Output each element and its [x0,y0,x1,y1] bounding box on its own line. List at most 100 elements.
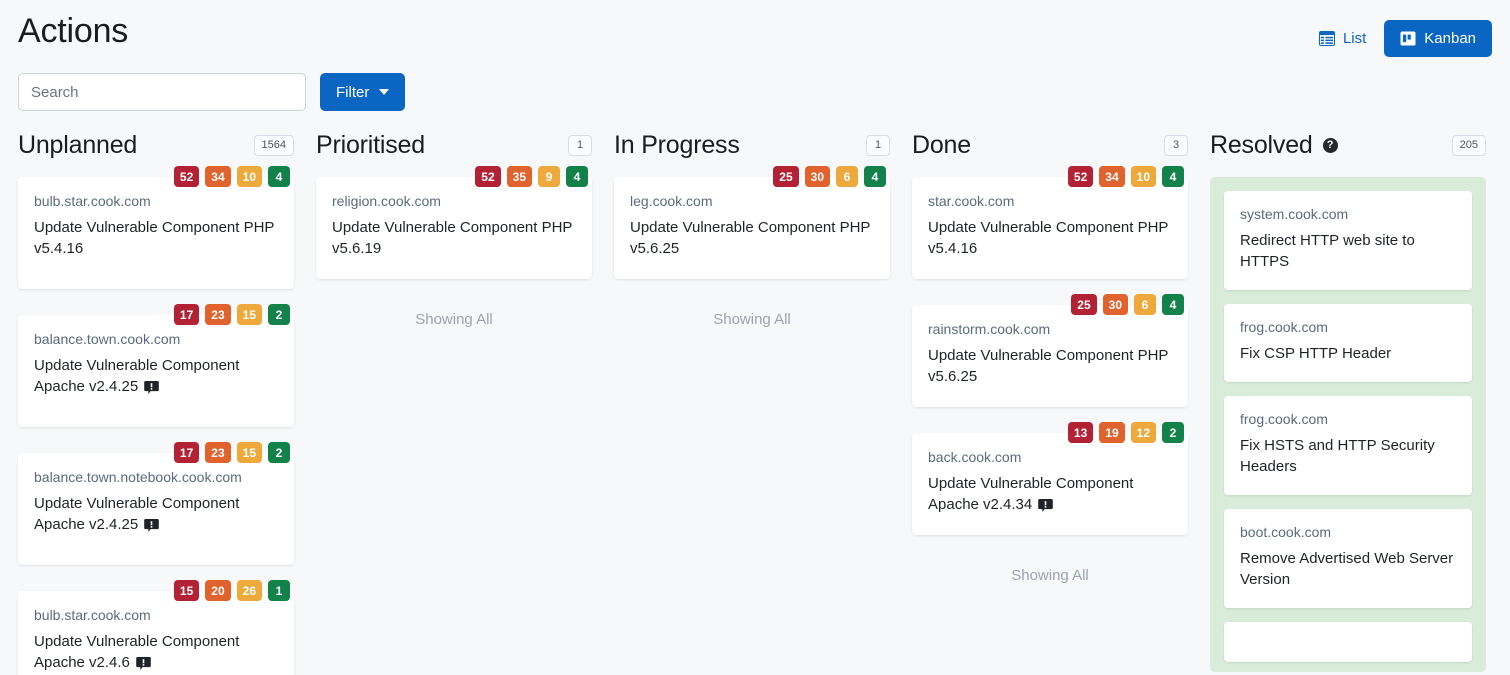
severity-badge: 17 [173,442,200,463]
severity-badge: 4 [864,166,886,187]
severity-badge-row: 15 20 26 1 [173,580,290,601]
action-card[interactable]: bulb.star.cook.com Update Vulnerable Comp… [18,591,294,675]
view-kanban-button[interactable]: Kanban [1384,20,1492,57]
severity-badge: 52 [1067,166,1094,187]
column-card-list: 52 34 10 4 bulb.star.cook.com Update Vulnerab… [18,166,294,675]
action-card[interactable]: back.cook.com Update Vulnerable Component… [912,433,1188,535]
severity-badge: 2 [268,442,290,463]
card-title: Remove Advertised Web Server Version [1240,550,1454,588]
question-mark-circle-icon[interactable]: ? [1322,137,1338,153]
severity-badge: 4 [268,166,290,187]
action-card[interactable]: leg.cook.com Update Vulnerable Component … [614,177,890,279]
severity-badge: 4 [1162,294,1184,315]
kanban-column: In Progress 1 25 30 6 4 leg.cook.com Update Vul… [614,125,890,328]
severity-badge: 15 [236,442,262,463]
kanban-column: Unplanned 1564 52 34 10 4 bulb.star.cook.com Up… [18,125,294,675]
severity-badge-row: 52 34 10 4 [1067,166,1184,187]
card-title: Redirect HTTP web site to HTTPS [1240,232,1415,270]
action-card-wrap: 17 23 15 2 balance.town.cook.com Update Vulne… [18,304,294,427]
column-header-prioritised: Prioritised 1 [316,125,592,165]
action-card-wrap: 25 30 6 4 leg.cook.com Update Vulnerable Comp… [614,166,890,279]
action-card-wrap: 13 19 12 2 back.cook.com Update Vulnerable Co… [912,422,1188,535]
severity-badge-row: 17 23 15 2 [173,442,290,463]
column-count-badge: 205 [1451,134,1486,156]
severity-badge: 25 [1071,294,1097,315]
resolved-card[interactable]: system.cook.com Redirect HTTP web site to… [1224,191,1472,290]
severity-badge-row: 52 35 9 4 [475,166,588,187]
severity-badge: 4 [1162,166,1184,187]
card-domain: boot.cook.com [1240,524,1332,540]
column-count-badge: 1 [568,134,592,156]
severity-badge-row: 17 23 15 2 [173,304,290,325]
resolved-card[interactable]: boot.cook.com Remove Advertised Web Serve… [1224,509,1472,608]
column-title-wrap: Done [912,130,971,160]
column-count-badge: 1 [866,134,890,156]
showing-all-link[interactable]: Showing All [316,305,592,328]
column-header-resolved: Resolved? 205 [1210,125,1486,165]
action-card[interactable]: balance.town.notebook.cook.com Update Vul… [18,453,294,565]
action-card[interactable]: bulb.star.cook.com Update Vulnerable Comp… [18,177,294,289]
column-title: Resolved [1210,131,1313,159]
severity-badge: 2 [268,304,290,325]
severity-badge: 52 [475,166,501,187]
view-list-label: List [1342,30,1367,47]
severity-badge: 30 [804,166,830,187]
card-title: Fix CSP HTTP Header [1240,345,1392,362]
kanban-column: Done 3 52 34 10 4 star.cook.com Update Vulnerab… [912,125,1188,584]
card-domain: system.cook.com [1240,206,1349,222]
list-table-icon [1318,31,1335,46]
action-card-wrap: 17 23 15 2 balance.town.notebook.cook.com Upd… [18,442,294,565]
column-card-list: 52 35 9 4 religion.cook.com Update Vulnerable… [316,166,592,305]
resolved-card-list: system.cook.com Redirect HTTP web site to… [1210,177,1486,672]
action-card[interactable]: star.cook.com Update Vulnerable Component… [912,177,1188,279]
search-input[interactable] [18,73,306,111]
action-card-wrap: 52 35 9 4 religion.cook.com Update Vulnerable… [316,166,592,279]
comment-alert-icon [136,655,151,670]
card-domain: rainstorm.cook.com [928,321,1051,337]
column-title: Prioritised [316,131,425,159]
column-title: Unplanned [18,131,138,159]
severity-badge: 4 [566,166,588,187]
view-list-button[interactable]: List [1315,24,1370,53]
severity-badge: 6 [1134,294,1156,315]
severity-badge: 15 [173,580,200,601]
showing-all-link[interactable]: Showing All [614,305,890,328]
view-kanban-label: Kanban [1424,30,1476,47]
action-card[interactable]: balance.town.cook.com Update Vulnerable C… [18,315,294,427]
severity-badge: 15 [236,304,262,325]
card-title: Fix HSTS and HTTP Security Headers [1240,437,1435,475]
action-card-wrap: 15 20 26 1 bulb.star.cook.com Update Vulnerab… [18,580,294,675]
action-card[interactable]: rainstorm.cook.com Update Vulnerable Comp… [912,305,1188,407]
severity-badge: 13 [1067,422,1094,443]
resolved-card[interactable] [1224,622,1472,662]
card-domain: bulb.star.cook.com [34,193,151,209]
card-domain: frog.cook.com [1240,411,1328,427]
card-title: Update Vulnerable Component Apache v2.4.… [34,495,240,533]
column-count-badge: 3 [1164,134,1188,156]
resolved-card[interactable]: frog.cook.com Fix CSP HTTP Header [1224,304,1472,382]
card-title: Update Vulnerable Component Apache v2.4.… [928,475,1134,513]
column-title: Done [912,131,971,159]
search-row: Filter [0,57,1510,111]
showing-all-link[interactable]: Showing All [912,561,1188,584]
severity-badge: 17 [173,304,200,325]
card-domain: frog.cook.com [1240,319,1328,335]
severity-badge: 26 [236,580,262,601]
page-header: Actions List Kanban [0,0,1510,57]
card-domain: leg.cook.com [630,193,713,209]
severity-badge: 35 [506,166,532,187]
comment-alert-icon [144,517,160,532]
card-domain: back.cook.com [928,449,1022,465]
column-title-wrap: Unplanned [18,130,137,160]
severity-badge: 1 [268,580,290,601]
severity-badge: 6 [836,166,858,187]
action-card[interactable]: religion.cook.com Update Vulnerable Compo… [316,177,592,279]
comment-alert-icon [144,379,160,394]
resolved-card[interactable]: frog.cook.com Fix HSTS and HTTP Security … [1224,396,1472,495]
severity-badge: 10 [1130,166,1156,187]
column-header-in-progress: In Progress 1 [614,125,890,165]
filter-button[interactable]: Filter [320,73,406,111]
kanban-column: Prioritised 1 52 35 9 4 religion.cook.com Updat… [316,125,592,328]
card-domain: bulb.star.cook.com [34,607,151,623]
column-title-wrap: Resolved? [1210,130,1338,160]
